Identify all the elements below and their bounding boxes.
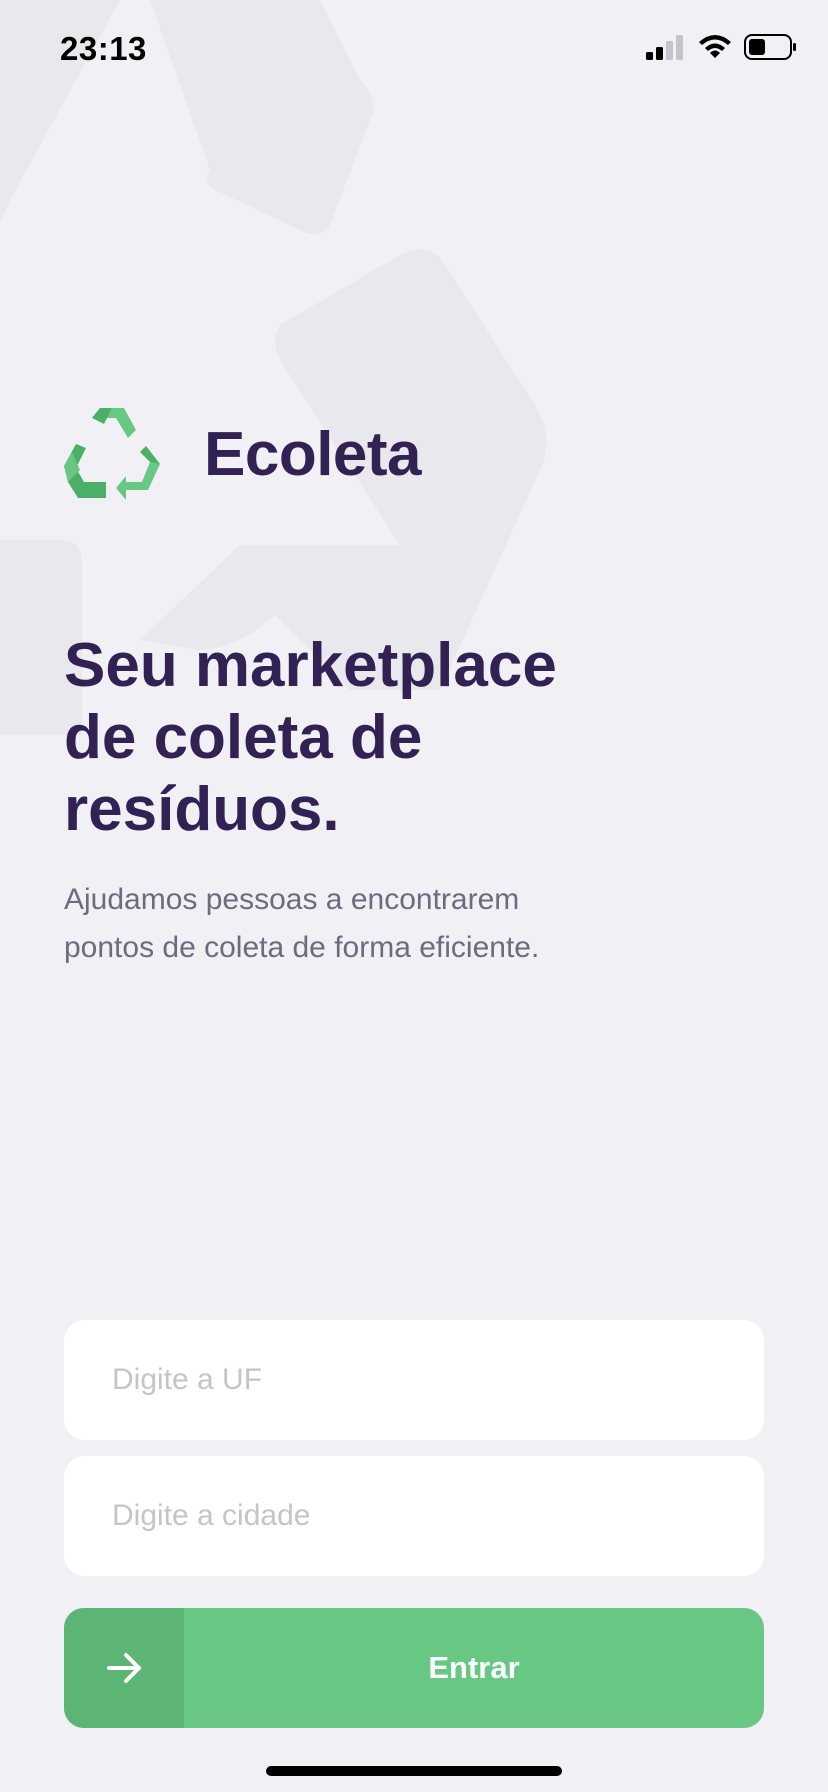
arrow-right-icon [107, 1653, 141, 1683]
enter-button[interactable]: Entrar [64, 1608, 764, 1728]
status-icons [646, 34, 798, 60]
city-input[interactable] [64, 1456, 764, 1576]
status-time: 23:13 [60, 30, 147, 67]
title-line-1: Seu marketplace [64, 631, 557, 700]
description-line-2: pontos de coleta de forma eficiente. [64, 931, 540, 964]
status-bar: 23:13 [0, 0, 828, 100]
app-name: Ecoleta [204, 419, 422, 489]
page-title: Seu marketplace de coleta de resíduos. [64, 630, 624, 846]
page-description: Ajudamos pessoas a encontrarem pontos de… [64, 876, 624, 972]
description-line-1: Ajudamos pessoas a encontrarem [64, 883, 520, 916]
wifi-icon [699, 35, 731, 58]
enter-button-icon-box [64, 1608, 184, 1728]
cellular-signal-icon [646, 35, 683, 60]
uf-input[interactable] [64, 1320, 764, 1440]
title-line-3: resíduos. [64, 775, 340, 844]
battery-icon [744, 34, 796, 60]
title-line-2: de coleta de [64, 703, 423, 772]
home-indicator [266, 1766, 562, 1776]
recycle-icon [64, 408, 160, 500]
app-logo: Ecoleta [64, 408, 422, 500]
enter-button-label: Entrar [428, 1650, 520, 1685]
